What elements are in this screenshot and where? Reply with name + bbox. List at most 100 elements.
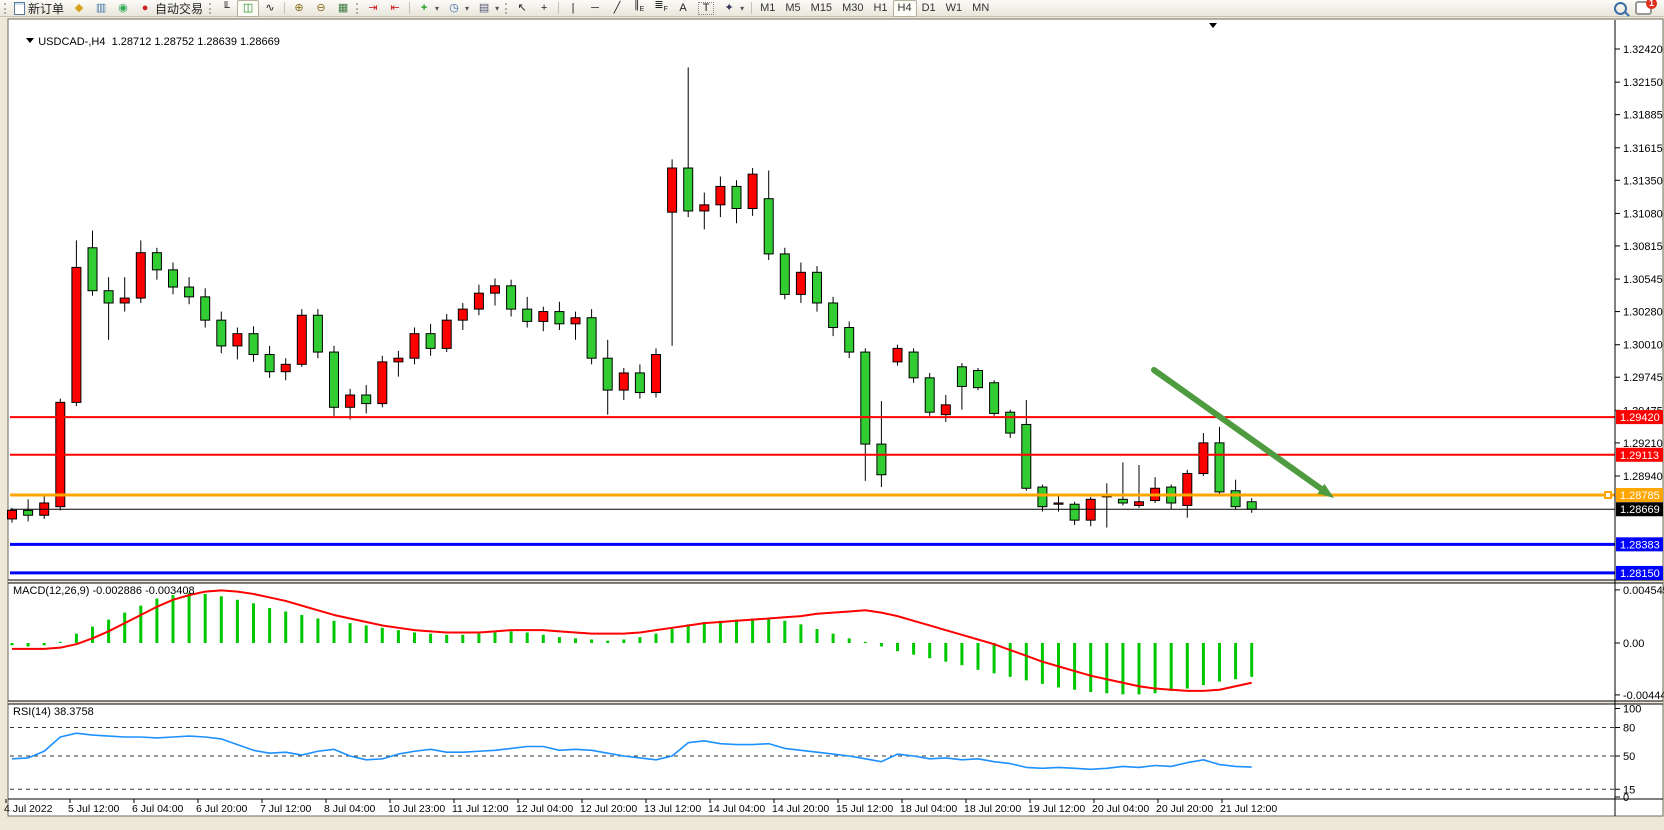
mql5-button[interactable]: ◆ <box>68 0 90 17</box>
candle[interactable] <box>1038 487 1047 507</box>
candle[interactable] <box>394 358 403 362</box>
candle[interactable] <box>732 186 741 208</box>
market-watch-button[interactable]: ▥ <box>90 0 112 17</box>
candle[interactable] <box>780 254 789 294</box>
candle[interactable] <box>1247 502 1256 509</box>
autotrading-button[interactable]: ● 自动交易 <box>134 0 207 17</box>
candle[interactable] <box>587 318 596 358</box>
candle[interactable] <box>957 367 966 387</box>
candle[interactable] <box>668 168 677 212</box>
chart-collapse-icon[interactable] <box>26 38 34 43</box>
candle[interactable] <box>619 373 628 390</box>
bar-chart-button[interactable]: ╙ <box>215 0 237 17</box>
horizontal-line-button[interactable]: ─ <box>584 0 606 17</box>
candle[interactable] <box>990 383 999 414</box>
candle[interactable] <box>201 297 210 320</box>
candle[interactable] <box>909 352 918 378</box>
candle[interactable] <box>813 272 822 303</box>
candle[interactable] <box>152 253 161 270</box>
candle[interactable] <box>716 186 725 204</box>
timeframe-button-M1[interactable]: M1 <box>755 0 780 17</box>
timeframe-button-H4[interactable]: H4 <box>893 0 917 17</box>
chat-icon[interactable]: 1 <box>1635 1 1652 15</box>
shapes-button[interactable]: ✦▾ <box>718 0 748 17</box>
templates-button[interactable]: ▤▾ <box>473 0 503 17</box>
candle[interactable] <box>249 334 258 355</box>
candle[interactable] <box>925 378 934 412</box>
candle[interactable] <box>893 348 902 361</box>
candle[interactable] <box>1070 504 1079 520</box>
periods-button[interactable]: ◷▾ <box>443 0 473 17</box>
indicators-button[interactable]: +▾ <box>413 0 443 17</box>
candle[interactable] <box>104 291 113 303</box>
candle[interactable] <box>684 168 693 211</box>
candle[interactable] <box>1231 491 1240 507</box>
channel-button[interactable]: ∥E <box>628 0 650 17</box>
candle[interactable] <box>491 286 500 293</box>
tile-windows-button[interactable]: ▦ <box>332 0 354 17</box>
candlestick-chart-button[interactable]: ◫ <box>237 0 259 17</box>
candle[interactable] <box>330 352 339 407</box>
candle[interactable] <box>346 395 355 407</box>
candle[interactable] <box>635 373 644 393</box>
candle[interactable] <box>24 510 33 515</box>
candle[interactable] <box>1022 424 1031 488</box>
text-button[interactable]: A <box>672 0 694 17</box>
candle[interactable] <box>297 315 306 364</box>
zoom-in-button[interactable]: ⊕ <box>288 0 310 17</box>
line-handle[interactable] <box>1605 492 1611 498</box>
candle[interactable] <box>378 362 387 404</box>
candle[interactable] <box>555 312 564 324</box>
line-chart-button[interactable]: ∿ <box>259 0 281 17</box>
candle[interactable] <box>72 267 81 402</box>
candle[interactable] <box>1135 502 1144 506</box>
timeframe-button-MN[interactable]: MN <box>967 0 994 17</box>
candle[interactable] <box>442 320 451 348</box>
candle[interactable] <box>796 272 805 294</box>
candle[interactable] <box>313 315 322 352</box>
candle[interactable] <box>169 270 178 287</box>
vertical-line-button[interactable]: | <box>562 0 584 17</box>
zoom-out-button[interactable]: ⊖ <box>310 0 332 17</box>
crosshair-button[interactable]: + <box>533 0 555 17</box>
candle[interactable] <box>748 174 757 208</box>
candle[interactable] <box>941 405 950 415</box>
candle[interactable] <box>1183 474 1192 506</box>
chart-shift-button[interactable]: ⇤ <box>384 0 406 17</box>
search-icon[interactable] <box>1614 2 1627 15</box>
candle[interactable] <box>8 510 17 519</box>
timeframe-button-W1[interactable]: W1 <box>941 0 968 17</box>
candle[interactable] <box>1118 499 1127 503</box>
timeframe-button-D1[interactable]: D1 <box>917 0 941 17</box>
candle[interactable] <box>1215 443 1224 492</box>
candle[interactable] <box>877 444 886 475</box>
candle[interactable] <box>458 309 467 320</box>
candle[interactable] <box>652 355 661 393</box>
fibonacci-button[interactable]: ≣F <box>650 0 672 17</box>
candle[interactable] <box>1199 443 1208 474</box>
cursor-button[interactable]: ↖ <box>511 0 533 17</box>
candle[interactable] <box>233 334 242 346</box>
candle[interactable] <box>603 358 612 390</box>
candle[interactable] <box>539 312 548 322</box>
signals-button[interactable]: ◉ <box>112 0 134 17</box>
candle[interactable] <box>474 293 483 309</box>
candle[interactable] <box>120 298 129 303</box>
candle[interactable] <box>185 287 194 297</box>
timeframe-button-H1[interactable]: H1 <box>868 0 892 17</box>
candle[interactable] <box>362 395 371 404</box>
candle[interactable] <box>571 318 580 324</box>
timeframe-button-M15[interactable]: M15 <box>806 0 837 17</box>
timeframe-button-M5[interactable]: M5 <box>780 0 805 17</box>
candle[interactable] <box>136 253 145 298</box>
timeframe-button-M30[interactable]: M30 <box>837 0 868 17</box>
candle[interactable] <box>1006 412 1015 433</box>
candle[interactable] <box>217 320 226 346</box>
candle[interactable] <box>507 286 516 309</box>
candle[interactable] <box>764 199 773 254</box>
candle[interactable] <box>426 334 435 349</box>
candle[interactable] <box>861 352 870 444</box>
new-order-button[interactable]: 新订单 <box>10 0 68 17</box>
chart-canvas[interactable]: 1.324201.321501.318851.316151.313501.310… <box>0 17 1664 830</box>
candle[interactable] <box>410 334 419 359</box>
